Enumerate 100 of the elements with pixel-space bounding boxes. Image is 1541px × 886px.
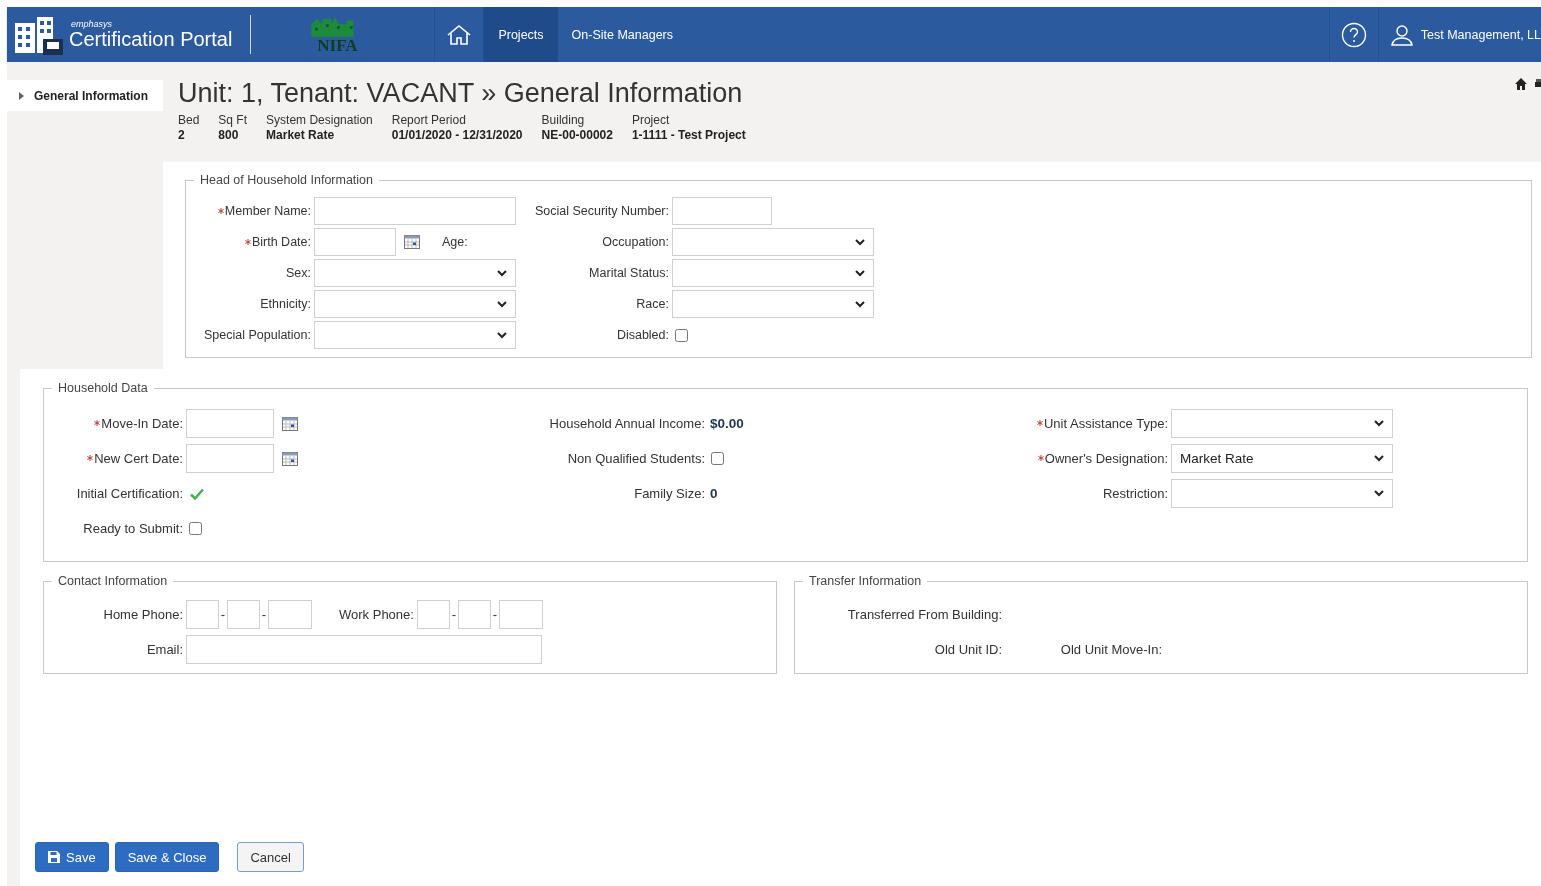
date-field[interactable] xyxy=(314,228,396,256)
sidebar-item[interactable]: General Information xyxy=(7,80,163,111)
field-label: Unit Assistance Type: xyxy=(1043,416,1168,431)
field-label: Work Phone: xyxy=(339,607,414,622)
save-icon xyxy=(48,851,60,863)
field-label: Disabled: xyxy=(616,328,669,342)
field-label: Sex: xyxy=(286,266,311,280)
home-icon[interactable] xyxy=(1515,78,1527,90)
app-title: Certification Portal xyxy=(69,29,233,49)
field-label: Move-In Date: xyxy=(101,416,183,431)
field-value: $0.00 xyxy=(710,416,744,431)
field-label: Ready to Submit: xyxy=(83,521,183,536)
date-field[interactable] xyxy=(186,444,274,473)
dropdown[interactable] xyxy=(314,259,516,287)
cancel-button[interactable]: Cancel xyxy=(237,842,304,872)
summary-value: 01/01/2020 - 12/31/2020 xyxy=(391,128,523,143)
field-label: Marital Status: xyxy=(589,266,669,280)
field-label: Non Qualified Students: xyxy=(567,451,705,466)
caret-right-icon xyxy=(19,91,24,100)
field-label: Old Unit Move-In: xyxy=(1059,642,1162,657)
save-button[interactable]: Save & Close xyxy=(114,842,220,872)
text-field[interactable] xyxy=(672,197,772,225)
save-button[interactable]: Save xyxy=(35,842,109,872)
email-field[interactable] xyxy=(186,635,542,664)
phone-field[interactable] xyxy=(416,600,450,629)
section-title: Contact Information xyxy=(57,574,169,588)
field-label: Race: xyxy=(636,297,669,311)
page-title: Unit: 1, Tenant: VACANT » General Information xyxy=(178,78,743,109)
chevron-down-icon xyxy=(497,331,507,339)
separator: - xyxy=(260,607,268,622)
buildings-icon xyxy=(13,14,65,55)
chevron-down-icon xyxy=(855,238,865,246)
checkbox[interactable] xyxy=(711,452,724,465)
field-label: Special Population: xyxy=(203,328,311,342)
summary-value: 1-1111 - Test Project xyxy=(631,128,746,143)
summary-label: Sq Ft xyxy=(218,113,248,128)
dropdown[interactable] xyxy=(314,321,516,349)
dropdown[interactable] xyxy=(1171,409,1393,438)
field-label: Owner's Designation: xyxy=(1044,451,1168,466)
text-field[interactable] xyxy=(314,197,516,225)
phone-field[interactable] xyxy=(227,600,260,629)
chevron-down-icon xyxy=(1374,455,1384,462)
chevron-down-icon xyxy=(855,269,865,277)
field-value: 0 xyxy=(710,486,718,501)
field-label: Old Unit ID: xyxy=(933,642,1002,657)
field-label: Transferred From Building: xyxy=(846,607,1002,622)
dropdown[interactable] xyxy=(672,228,874,256)
field-label: Social Security Number: xyxy=(534,204,669,218)
field-label: Birth Date: xyxy=(251,235,311,249)
nav-tab[interactable]: Projects xyxy=(484,7,558,62)
checkbox[interactable] xyxy=(189,522,202,535)
field-label: Restriction: xyxy=(1102,486,1168,501)
chevron-down-icon xyxy=(855,300,865,308)
dropdown[interactable] xyxy=(314,290,516,318)
field-label: Occupation: xyxy=(602,235,669,249)
separator: - xyxy=(450,607,458,622)
summary-value: Market Rate xyxy=(266,128,336,143)
field-label: Age: xyxy=(442,235,468,249)
field-label: Household Annual Income: xyxy=(549,416,705,431)
chevron-down-icon xyxy=(1374,490,1384,497)
brand-tagline: emphasys xyxy=(70,20,114,29)
dropdown[interactable]: Market Rate xyxy=(1171,444,1393,473)
summary-label: Bed xyxy=(178,113,200,128)
checkbox[interactable] xyxy=(675,328,688,342)
summary-value: NE-00-00002 xyxy=(541,128,613,143)
chevron-down-icon xyxy=(497,269,507,277)
phone-field[interactable] xyxy=(186,600,219,629)
printer-icon[interactable] xyxy=(1535,78,1541,90)
separator: - xyxy=(219,607,227,622)
calendar-icon[interactable] xyxy=(404,235,420,249)
dropdown[interactable] xyxy=(672,290,874,318)
user-name[interactable]: Test Management, LL xyxy=(1420,27,1541,42)
calendar-icon[interactable] xyxy=(282,416,298,431)
chevron-down-icon xyxy=(1374,420,1384,427)
section-title: Household Data xyxy=(57,381,149,395)
field-label: Initial Certification: xyxy=(76,486,183,501)
partner-logo: NIFA xyxy=(306,7,369,62)
phone-field[interactable] xyxy=(457,600,491,629)
field-label: New Cert Date: xyxy=(94,451,183,466)
dropdown[interactable] xyxy=(1171,479,1393,508)
phone-field[interactable] xyxy=(498,600,543,629)
summary-value: 2 xyxy=(178,128,186,143)
summary-label: System Designation xyxy=(266,113,373,128)
date-field[interactable] xyxy=(186,409,274,438)
section-title: Head of Household Information xyxy=(199,173,375,187)
field-label: Member Name: xyxy=(224,204,311,218)
calendar-icon[interactable] xyxy=(282,451,298,466)
summary-label: Building xyxy=(541,113,586,128)
field-label: Family Size: xyxy=(634,486,705,501)
nav-tab[interactable]: On-Site Managers xyxy=(557,7,687,62)
field-label: Ethnicity: xyxy=(260,297,311,311)
phone-field[interactable] xyxy=(268,600,312,629)
field-label: Home Phone: xyxy=(103,607,183,622)
section-title: Transfer Information xyxy=(808,574,923,588)
chevron-down-icon xyxy=(497,300,507,308)
dropdown[interactable] xyxy=(672,259,874,287)
separator: - xyxy=(491,607,499,622)
summary-label: Report Period xyxy=(391,113,467,128)
user-icon[interactable] xyxy=(1390,23,1413,46)
summary-value: 800 xyxy=(218,128,240,143)
